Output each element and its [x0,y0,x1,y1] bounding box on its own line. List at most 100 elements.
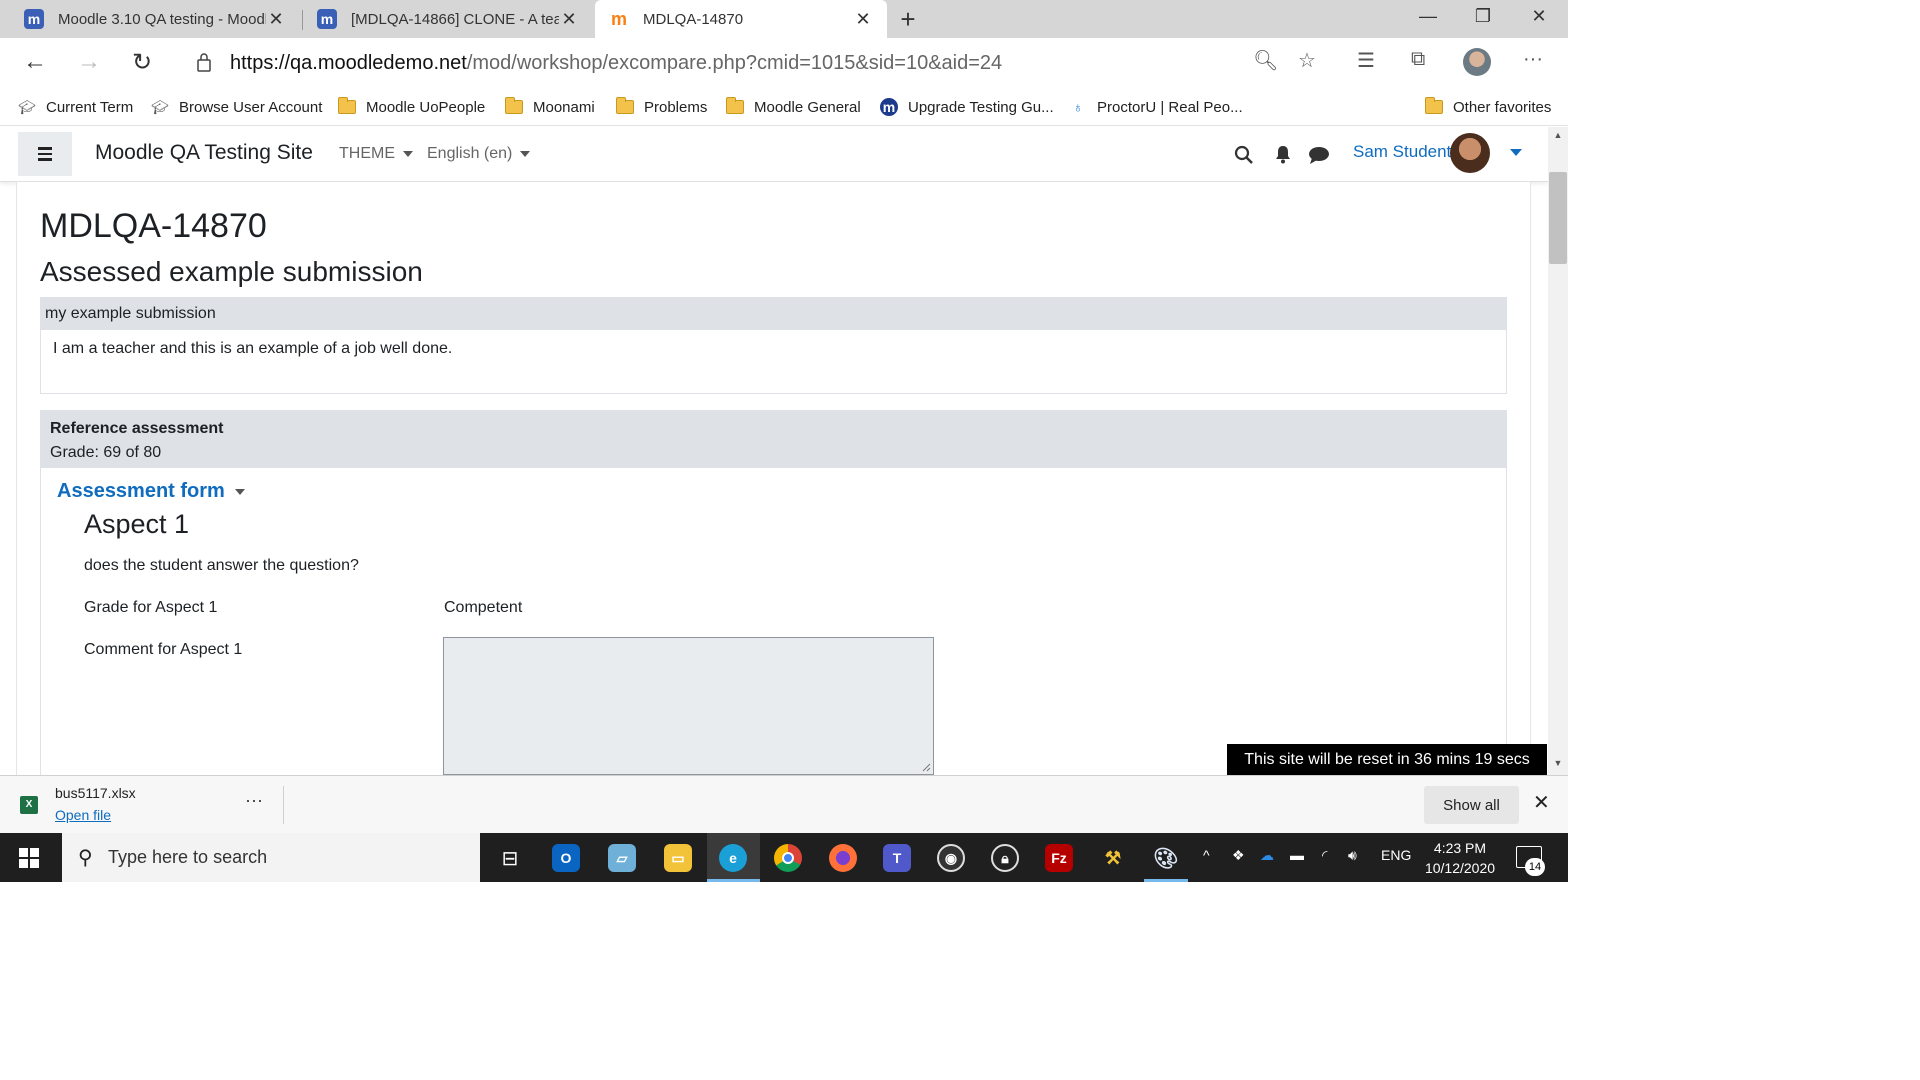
language-menu[interactable]: English (en) [427,145,531,163]
favorite-current-term[interactable]: 🎓︎ Current Term [18,94,133,120]
password-app-icon[interactable]: 🔒︎ [991,844,1019,872]
site-name[interactable]: Moodle QA Testing Site [95,141,313,165]
favorites-list-icon[interactable]: ☰ [1357,48,1375,73]
close-tab-icon[interactable]: ✕ [266,9,286,30]
aspect-title: Aspect 1 [84,509,190,539]
favorite-moonami[interactable]: Moonami [505,94,595,120]
wifi-icon[interactable]: ◜ [1322,847,1327,864]
favorite-moodle-general[interactable]: Moodle General [726,94,861,120]
edge-browser-icon[interactable]: e [719,844,747,872]
volume-icon[interactable]: 🔊︎ [1348,847,1357,864]
profile-avatar[interactable] [1463,48,1491,76]
firefox-icon[interactable] [829,844,857,872]
caret-down-icon [403,151,413,157]
refresh-icon[interactable]: ↻ [127,48,157,77]
media-app-icon[interactable]: ◉ [937,844,965,872]
restore-icon[interactable]: ❐ [1471,6,1495,27]
tab-title: [MDLQA-14866] CLONE - A teac [351,10,559,28]
zoom-icon[interactable]: 🔍︎ [1253,48,1278,73]
chrome-icon[interactable] [774,844,802,872]
user-menu-caret-icon[interactable] [1510,149,1522,156]
browser-tab-active[interactable]: m MDLQA-14870 ✕ [595,0,887,38]
close-download-bar-icon[interactable]: ✕ [1533,790,1550,815]
back-icon[interactable]: ← [20,48,50,76]
browser-tab-1[interactable]: m Moodle 3.10 QA testing - Moodl ✕ [10,0,300,38]
minimize-icon[interactable]: — [1416,6,1440,27]
reference-grade: Grade: 69 of 80 [50,444,162,461]
outlook-icon[interactable]: O [552,844,580,872]
battery-icon[interactable]: ▬ [1290,847,1304,863]
notification-count-badge: 14 [1525,858,1545,876]
bell-icon[interactable] [1274,144,1292,164]
taskbar-search-box[interactable]: ⚲ Type here to search [62,833,480,882]
favorite-problems[interactable]: Problems [616,94,707,120]
folder-icon [726,97,744,114]
download-more-icon[interactable]: ··· [245,790,263,811]
running-app-underline [1144,879,1188,882]
favorite-label: Browse User Account [179,98,323,116]
more-options-icon[interactable]: ··· [1523,48,1543,71]
page-title: MDLQA-14870 [40,207,267,245]
filezilla-icon[interactable]: Fz [1045,844,1073,872]
address-bar[interactable]: https://qa.moodledemo.net/mod/workshop/e… [176,44,1330,82]
taskbar-clock[interactable]: 4:23 PM 10/12/2020 [1420,838,1500,878]
example-submission-box: my example submission I am a teacher and… [40,297,1507,394]
theme-menu[interactable]: THEME [339,145,413,163]
user-name[interactable]: Sam Student [1353,142,1451,162]
resize-handle-icon[interactable] [921,762,931,772]
close-tab-icon[interactable]: ✕ [853,9,873,30]
scroll-down-icon[interactable]: ▼ [1548,758,1568,768]
favorite-label: ProctorU | Real Peo... [1097,98,1243,116]
favorite-moodle-uopeople[interactable]: Moodle UoPeople [338,94,485,120]
lock-icon [197,53,211,72]
owl-icon: ♁ [1072,99,1084,115]
assessment-form-toggle[interactable]: Assessment form [57,480,245,503]
show-all-button[interactable]: Show all [1424,786,1519,824]
active-app-underline [707,879,760,882]
notepad-icon[interactable]: ▱ [608,844,636,872]
favorite-proctoru[interactable]: ♁ ProctorU | Real Peo... [1069,94,1243,120]
hamburger-menu-button[interactable] [18,132,72,176]
windows-start-icon[interactable] [19,848,39,868]
paint-icon[interactable]: 🎨︎ [1152,844,1180,872]
grade-value: Competent [444,599,523,616]
user-avatar[interactable] [1450,133,1490,173]
show-hidden-icons[interactable]: ^ [1203,847,1210,863]
excel-file-icon: X [20,796,38,814]
favorite-label: Moonami [533,98,595,116]
scroll-up-icon[interactable]: ▲ [1548,130,1568,140]
new-tab-icon[interactable]: + [895,4,921,35]
moodle-m-icon: m [317,9,337,29]
theme-menu-label: THEME [339,145,395,162]
comment-textarea[interactable] [443,637,934,775]
file-explorer-icon[interactable]: ▭ [664,844,692,872]
favorite-upgrade-testing[interactable]: m Upgrade Testing Gu... [880,94,1054,120]
open-file-link[interactable]: Open file [55,807,111,823]
close-window-icon[interactable]: ✕ [1527,6,1551,27]
favorite-other-favorites[interactable]: Other favorites [1425,94,1551,120]
onedrive-icon[interactable]: ☁ [1260,847,1274,864]
collections-icon[interactable]: ⧉ [1411,48,1425,71]
scrollbar-thumb[interactable] [1549,172,1567,264]
page-subtitle: Assessed example submission [40,256,423,287]
favorite-browse-user-account[interactable]: 🎓︎ Browse User Account [151,94,322,120]
dropbox-icon[interactable]: ❖ [1232,847,1245,864]
tools-icon[interactable]: ⚒ [1099,844,1127,872]
favorite-star-icon[interactable]: ☆ [1298,48,1316,73]
forward-icon[interactable]: → [74,48,104,76]
url-host: https://qa.moodledemo.net [230,51,467,74]
teams-icon[interactable]: T [883,844,911,872]
mortarboard-icon: 🎓︎ [151,99,169,115]
search-icon: ⚲ [78,847,93,869]
language-indicator[interactable]: ENG [1381,847,1411,863]
favorite-label: Upgrade Testing Gu... [908,98,1054,116]
search-icon[interactable] [1234,145,1254,165]
download-filename: bus5117.xlsx [55,785,136,801]
task-view-icon[interactable]: ⊟ [496,844,524,872]
folder-icon [1425,97,1443,114]
chat-bubble-icon[interactable] [1308,145,1330,165]
submission-content: I am a teacher and this is an example of… [53,340,453,357]
folder-icon [616,97,634,114]
browser-tab-2[interactable]: m [MDLQA-14866] CLONE - A teac ✕ [303,0,593,38]
close-tab-icon[interactable]: ✕ [559,9,579,30]
